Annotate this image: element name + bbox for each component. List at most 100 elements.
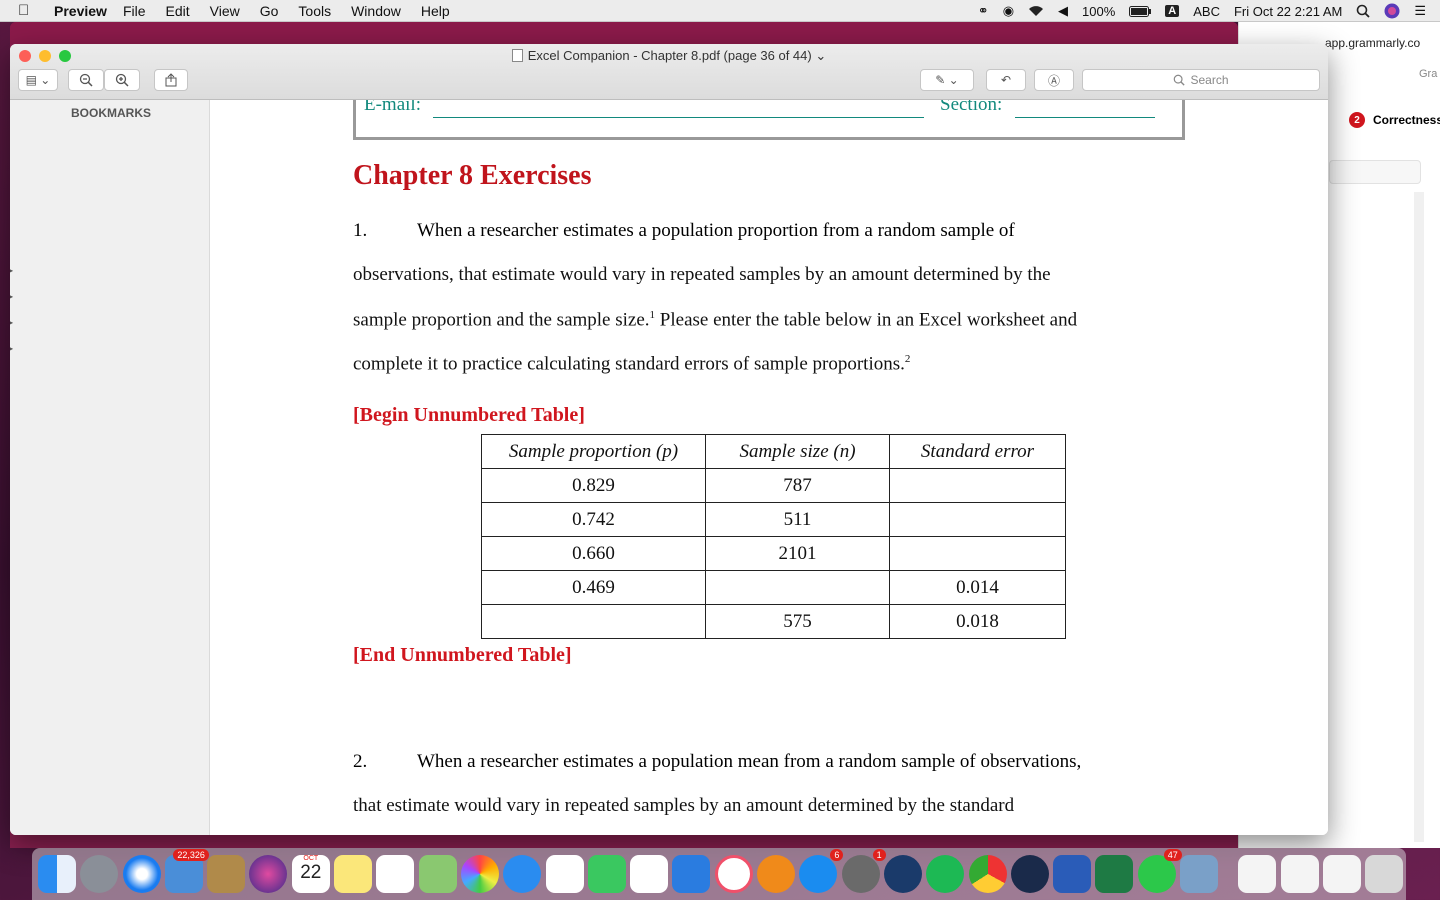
table-cell: 575 [705,604,890,639]
preview-window: Excel Companion - Chapter 8.pdf (page 36… [10,44,1328,835]
zoom-out-button[interactable] [68,69,104,91]
menu-tools[interactable]: Tools [298,3,331,19]
table-row: 0.469 0.014 [481,570,1066,605]
sidebar-toggle-button[interactable]: ▤ ⌄ [18,69,58,91]
zoom-in-icon [115,73,129,87]
disclosure-triangle-icon[interactable]: ▶ [10,344,13,353]
numbers-icon[interactable] [630,855,669,893]
music-icon[interactable] [714,855,753,893]
pdf-page[interactable]: E-mail: Section: Chapter 8 Exercises 1. … [210,100,1328,835]
menu-app-name[interactable]: Preview [54,3,107,19]
app-store-icon[interactable]: 6 [799,849,844,893]
menu-clock[interactable]: Fri Oct 22 2:21 AM [1234,4,1342,19]
q1-line: sample proportion and the sample size. [353,309,650,331]
disclosure-triangle-icon[interactable]: ▶ [10,292,13,301]
column-header: Sample size (n) [705,434,890,469]
preview-app-icon[interactable] [1180,855,1219,893]
launchpad-icon[interactable] [80,855,119,893]
trash-icon[interactable] [1365,855,1404,893]
menu-file[interactable]: File [123,3,146,19]
q1-line: complete it to practice calculating stan… [353,353,905,375]
pen-icon: ✎ ⌄ [935,73,959,87]
correctness-panel[interactable]: 2 Correctness [1349,112,1440,128]
zoom-in-button[interactable] [104,69,140,91]
word-icon[interactable] [1053,855,1092,893]
share-button[interactable] [154,69,188,91]
excel-icon[interactable] [1095,855,1134,893]
menu-window[interactable]: Window [351,3,401,19]
question-number: 2. [353,751,368,772]
recent-document-icon[interactable] [1322,855,1361,893]
calendar-icon[interactable]: OCT 22 [291,855,330,893]
spotlight-search-icon[interactable] [1356,4,1370,18]
finder-icon[interactable] [38,855,76,893]
whatsapp-icon[interactable]: 47 [1137,849,1182,893]
menu-help[interactable]: Help [421,3,450,19]
battery-icon[interactable] [1129,5,1152,17]
siri-icon[interactable] [1384,3,1400,19]
maps-icon[interactable] [418,855,457,893]
textedit-icon[interactable] [545,855,584,893]
contacts-icon[interactable] [207,855,246,893]
recent-document-icon[interactable] [1280,855,1319,893]
volume-icon[interactable]: ◀ [1058,3,1068,19]
table-cell: 0.829 [481,468,706,503]
creative-cloud-icon[interactable]: ⚭ [978,3,989,19]
table-row: 0.660 2101 [481,536,1066,571]
reminders-icon[interactable] [376,855,415,893]
menu-edit[interactable]: Edit [166,3,190,19]
rotate-button[interactable]: ↶ [986,69,1026,91]
notes-icon[interactable] [334,855,373,893]
q1-line-with-footnote: complete it to practice calculating stan… [353,353,910,375]
markup-icon: Ⓐ [1047,73,1060,88]
mail-icon[interactable]: 22,326 [164,849,209,893]
menu-view[interactable]: View [210,3,240,19]
chapter-heading: Chapter 8 Exercises [353,160,592,191]
section-line [1015,117,1155,118]
books-icon[interactable] [757,855,796,893]
header-box: E-mail: Section: [353,100,1185,140]
footnote-marker[interactable]: 2 [905,353,911,365]
bbedit-icon[interactable] [883,855,922,893]
input-source-label[interactable]: ABC [1193,4,1220,19]
facetime-icon[interactable] [587,855,626,893]
input-source-icon[interactable]: A [1165,5,1180,17]
keynote-icon[interactable] [672,855,711,893]
spotify-icon[interactable] [926,855,965,893]
calendar-day: 22 [300,862,322,883]
apple-menu-icon[interactable]:  [18,2,44,19]
q1-line: observations, that estimate would vary i… [353,264,1051,285]
system-preferences-badge: 1 [872,849,886,861]
disclosure-triangle-icon[interactable]: ▶ [10,266,13,275]
q1-line-with-footnote: sample proportion and the sample size.1 … [353,309,1077,331]
pdf-document-icon [511,49,523,62]
window-title: Excel Companion - Chapter 8.pdf (page 36… [10,48,1328,64]
browser-tab-strip[interactable] [10,22,1238,44]
table-cell: 0.742 [481,502,706,537]
menu-go[interactable]: Go [260,3,279,19]
system-preferences-icon[interactable]: 1 [841,849,886,893]
search-field[interactable]: Search [1082,69,1320,91]
safari-icon[interactable] [122,855,161,893]
steam-icon[interactable] [1010,855,1049,893]
grammarly-url[interactable]: app.grammarly.co [1325,36,1420,50]
messages-icon[interactable] [503,855,542,893]
dock: 22,326 OCT 22 6 1 47 [32,848,1406,900]
photos-icon[interactable] [460,855,499,893]
recent-document-icon[interactable] [1238,855,1277,893]
table-cell [889,468,1066,503]
markup-button[interactable]: ✎ ⌄ [920,69,974,91]
siri-dock-icon[interactable] [249,855,288,893]
grammarly-card[interactable] [1329,160,1421,184]
notification-center-icon[interactable]: ☰ [1414,3,1426,19]
title-chevron-icon[interactable]: ⌄ [815,48,826,63]
vpn-icon[interactable]: ◉ [1003,3,1014,19]
grammarly-scrollbar[interactable] [1414,192,1424,842]
table-cell: 0.469 [481,570,706,605]
chrome-icon[interactable] [968,855,1007,893]
markup-toolbar-button[interactable]: Ⓐ [1034,69,1074,91]
data-table: Sample proportion (p) Sample size (n) St… [481,434,1066,639]
disclosure-triangle-icon[interactable]: ▶ [10,318,13,327]
wifi-icon[interactable] [1028,5,1044,17]
rotate-icon: ↶ [1000,73,1012,87]
